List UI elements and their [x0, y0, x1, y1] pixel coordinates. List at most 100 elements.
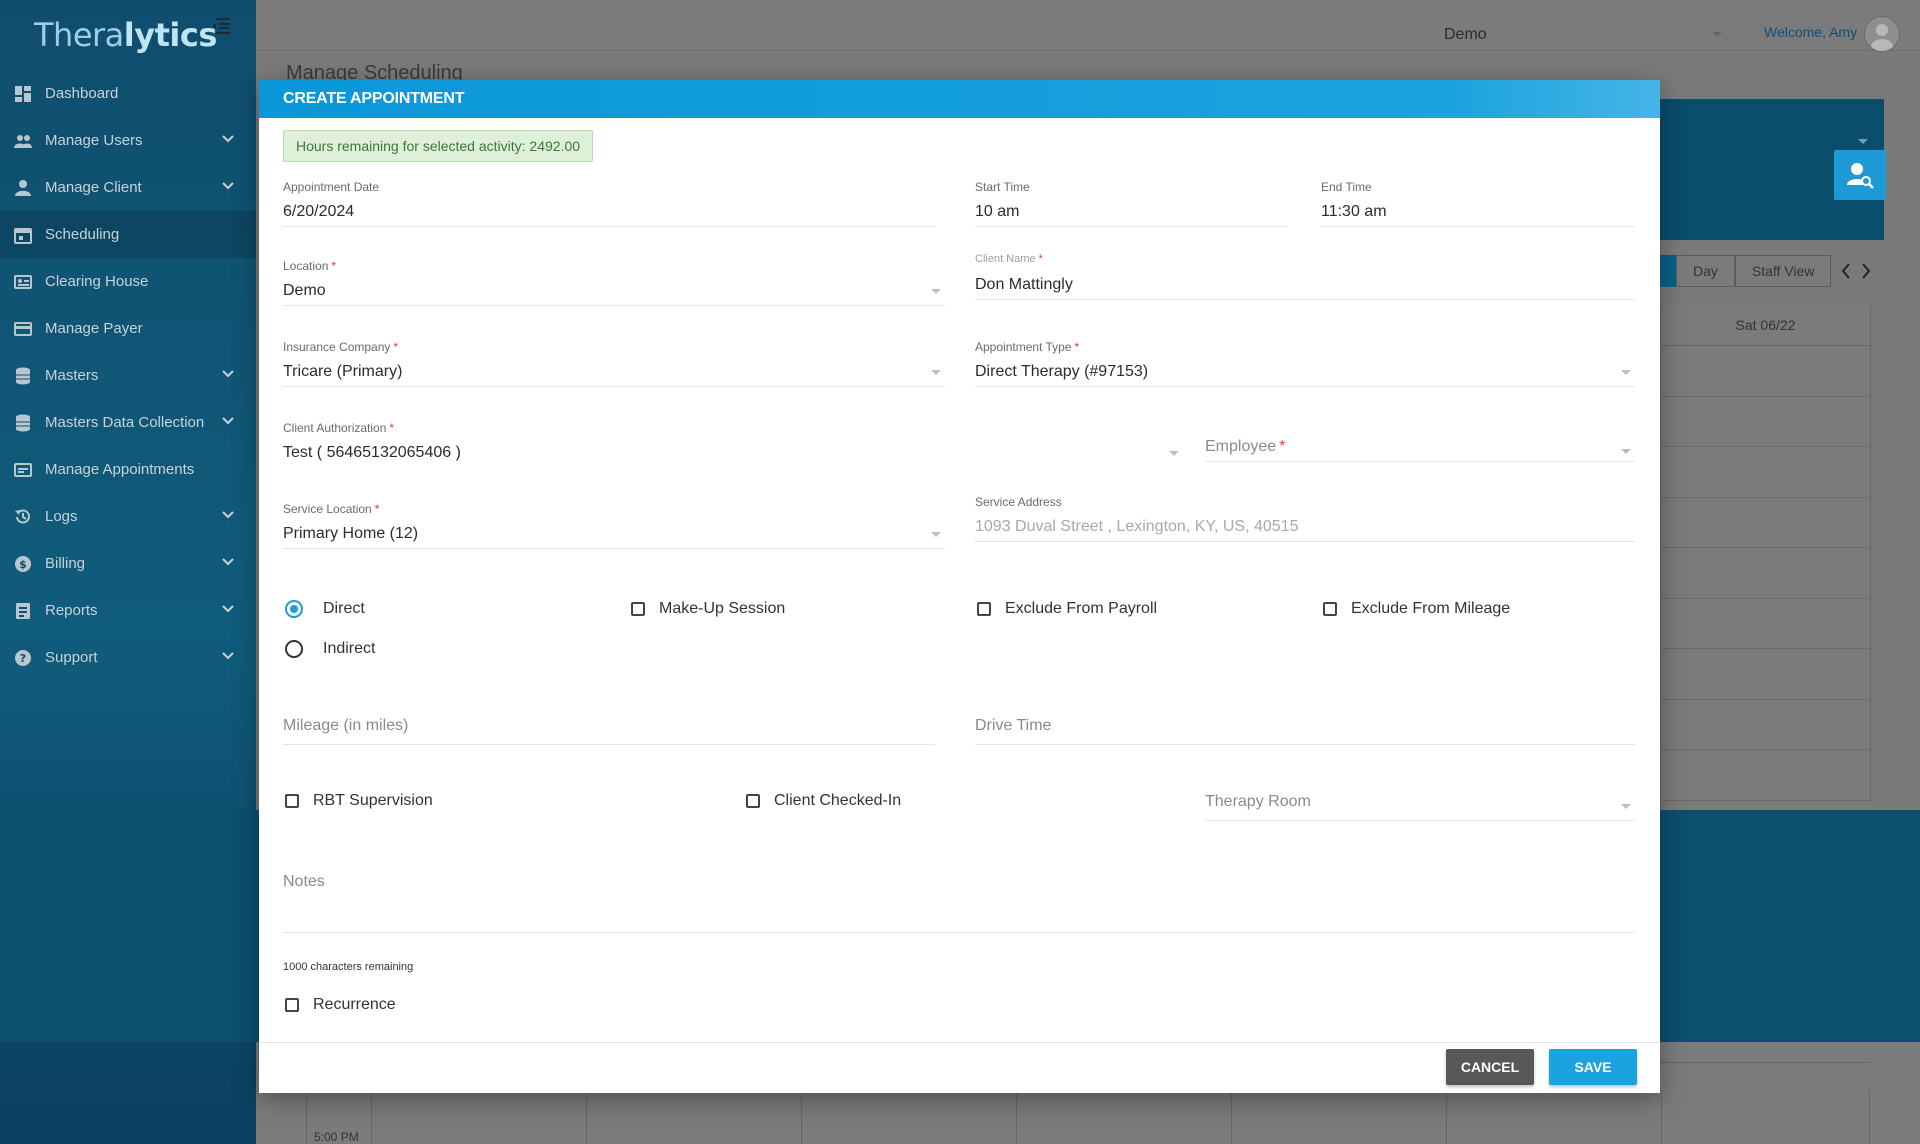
dollar-icon: $: [14, 555, 32, 573]
chevron-down-icon[interactable]: [222, 650, 234, 662]
end-time-value[interactable]: 11:30 am: [1321, 200, 1635, 224]
view-staff-button[interactable]: Staff View: [1734, 255, 1832, 287]
sidebar-item-scheduling[interactable]: Scheduling: [0, 211, 256, 258]
checkbox-icon: [1323, 602, 1337, 616]
calendar-slot[interactable]: [1661, 598, 1871, 649]
sidebar-item-masters[interactable]: Masters: [0, 352, 256, 399]
sidebar-item-clearing-house[interactable]: Clearing House: [0, 258, 256, 305]
checkbox-icon: [285, 794, 299, 808]
sidebar-item-manage-appointments[interactable]: Manage Appointments: [0, 446, 256, 493]
sidebar-item-manage-client[interactable]: Manage Client: [0, 164, 256, 211]
location-selector[interactable]: Demo: [1444, 26, 1487, 44]
calendar-slot[interactable]: [1661, 497, 1871, 548]
sidebar-item-billing[interactable]: $ Billing: [0, 540, 256, 587]
chevron-down-icon[interactable]: [222, 415, 234, 427]
calendar-slot[interactable]: [1661, 447, 1871, 498]
chevron-down-icon[interactable]: [222, 133, 234, 145]
report-icon: [14, 602, 32, 620]
client-authorization-value[interactable]: Test ( 56465132065406 ): [283, 441, 1183, 465]
make-up-session-checkbox[interactable]: Make-Up Session: [631, 600, 785, 618]
calendar-slot[interactable]: [1661, 396, 1871, 447]
sidebar-item-support[interactable]: ? Support: [0, 634, 256, 681]
sidebar-item-logs[interactable]: Logs: [0, 493, 256, 540]
appointment-type-value[interactable]: Direct Therapy (#97153): [975, 360, 1635, 384]
chevron-down-icon[interactable]: [222, 556, 234, 568]
sidebar-item-label: Manage Client: [45, 179, 142, 196]
exclude-mileage-checkbox[interactable]: Exclude From Mileage: [1323, 600, 1510, 618]
menu-collapse-icon[interactable]: [210, 16, 232, 36]
chevron-down-icon[interactable]: [222, 603, 234, 615]
service-location-value[interactable]: Primary Home (12): [283, 522, 945, 546]
make-up-session-label: Make-Up Session: [659, 600, 786, 617]
checkbox-icon: [746, 794, 760, 808]
calendar-slot[interactable]: [1661, 649, 1871, 700]
cancel-button[interactable]: CANCEL: [1446, 1049, 1534, 1085]
exclude-payroll-checkbox[interactable]: Exclude From Payroll: [977, 600, 1157, 618]
service-location-select[interactable]: Service Location * Primary Home (12): [283, 502, 945, 549]
rbt-supervision-checkbox[interactable]: RBT Supervision: [285, 792, 433, 810]
sidebar-item-masters-data-collection[interactable]: Masters Data Collection: [0, 399, 256, 446]
chevron-down-icon[interactable]: [222, 509, 234, 521]
end-time-field[interactable]: End Time 11:30 am: [1321, 180, 1635, 227]
insurance-company-label: Insurance Company: [283, 340, 391, 354]
next-icon[interactable]: [1861, 263, 1871, 279]
save-button[interactable]: SAVE: [1549, 1049, 1637, 1085]
calendar-view-switcher: Day Staff View: [1660, 255, 1871, 287]
view-tab-active[interactable]: [1660, 255, 1676, 287]
calendar-icon: [14, 226, 32, 244]
appointment-type-select[interactable]: Appointment Type * Direct Therapy (#97153…: [975, 340, 1635, 387]
welcome-text[interactable]: Welcome, Amy: [1764, 24, 1857, 40]
location-select[interactable]: Location * Demo: [283, 259, 945, 306]
therapy-room-select[interactable]: Therapy Room: [1205, 790, 1635, 821]
dropdown-caret-icon: [931, 532, 941, 537]
calendar-slot[interactable]: [1661, 699, 1871, 750]
start-time-value[interactable]: 10 am: [975, 200, 1287, 224]
notes-textarea[interactable]: Notes: [283, 870, 1635, 933]
client-authorization-select[interactable]: Client Authorization * Test ( 56465132065…: [283, 421, 1183, 467]
database-icon: [14, 367, 32, 385]
calendar-slot[interactable]: [1661, 750, 1871, 801]
mileage-placeholder: Mileage (in miles): [283, 717, 409, 734]
insurance-company-value[interactable]: Tricare (Primary): [283, 360, 945, 384]
mileage-input[interactable]: Mileage (in miles): [283, 714, 935, 745]
client-checked-in-checkbox[interactable]: Client Checked-In: [746, 792, 901, 810]
dialog-title: CREATE APPOINTMENT: [259, 80, 1660, 118]
logo-text-thera: Thera: [34, 16, 124, 54]
insurance-company-select[interactable]: Insurance Company * Tricare (Primary): [283, 340, 945, 387]
client-search-button[interactable]: [1834, 150, 1886, 200]
sidebar-item-manage-users[interactable]: Manage Users: [0, 117, 256, 164]
location-value[interactable]: Demo: [283, 279, 945, 303]
dropdown-caret-icon: [1169, 451, 1179, 456]
chevron-down-icon[interactable]: [1858, 139, 1868, 145]
time-label: 5:00 PM: [314, 1130, 359, 1144]
view-day-button[interactable]: Day: [1676, 255, 1735, 287]
sidebar-item-dashboard[interactable]: Dashboard: [0, 70, 256, 117]
employee-select[interactable]: Employee *: [1205, 435, 1635, 462]
exclude-payroll-label: Exclude From Payroll: [1005, 600, 1158, 617]
location-dropdown-icon[interactable]: [1712, 32, 1722, 38]
start-time-field[interactable]: Start Time 10 am: [975, 180, 1287, 227]
notes-character-counter: 1000 characters remaining: [283, 961, 414, 973]
chevron-down-icon[interactable]: [222, 368, 234, 380]
app-logo[interactable]: Thera lytics: [0, 0, 256, 70]
recurrence-checkbox[interactable]: Recurrence: [285, 996, 396, 1014]
client-name-value[interactable]: Don Mattingly: [975, 273, 1635, 297]
appointment-date-field[interactable]: Appointment Date 6/20/2024: [283, 180, 935, 227]
client-checked-in-label: Client Checked-In: [774, 792, 902, 809]
client-name-field[interactable]: Client Name * Don Mattingly: [975, 253, 1635, 300]
calendar-slot[interactable]: [1661, 346, 1871, 397]
dropdown-caret-icon: [1621, 370, 1631, 375]
location-label: Location: [283, 259, 329, 273]
dropdown-caret-icon: [931, 289, 941, 294]
avatar[interactable]: [1864, 16, 1900, 52]
prev-icon[interactable]: [1841, 263, 1851, 279]
sidebar-item-reports[interactable]: Reports: [0, 587, 256, 634]
calendar-slot[interactable]: [1661, 548, 1871, 599]
drive-time-input[interactable]: Drive Time: [975, 714, 1635, 745]
dropdown-caret-icon: [1621, 449, 1631, 454]
direct-radio[interactable]: Direct: [285, 600, 365, 618]
chevron-down-icon[interactable]: [222, 180, 234, 192]
appointment-date-value[interactable]: 6/20/2024: [283, 200, 935, 224]
indirect-radio[interactable]: Indirect: [285, 640, 375, 658]
sidebar-item-manage-payer[interactable]: Manage Payer: [0, 305, 256, 352]
